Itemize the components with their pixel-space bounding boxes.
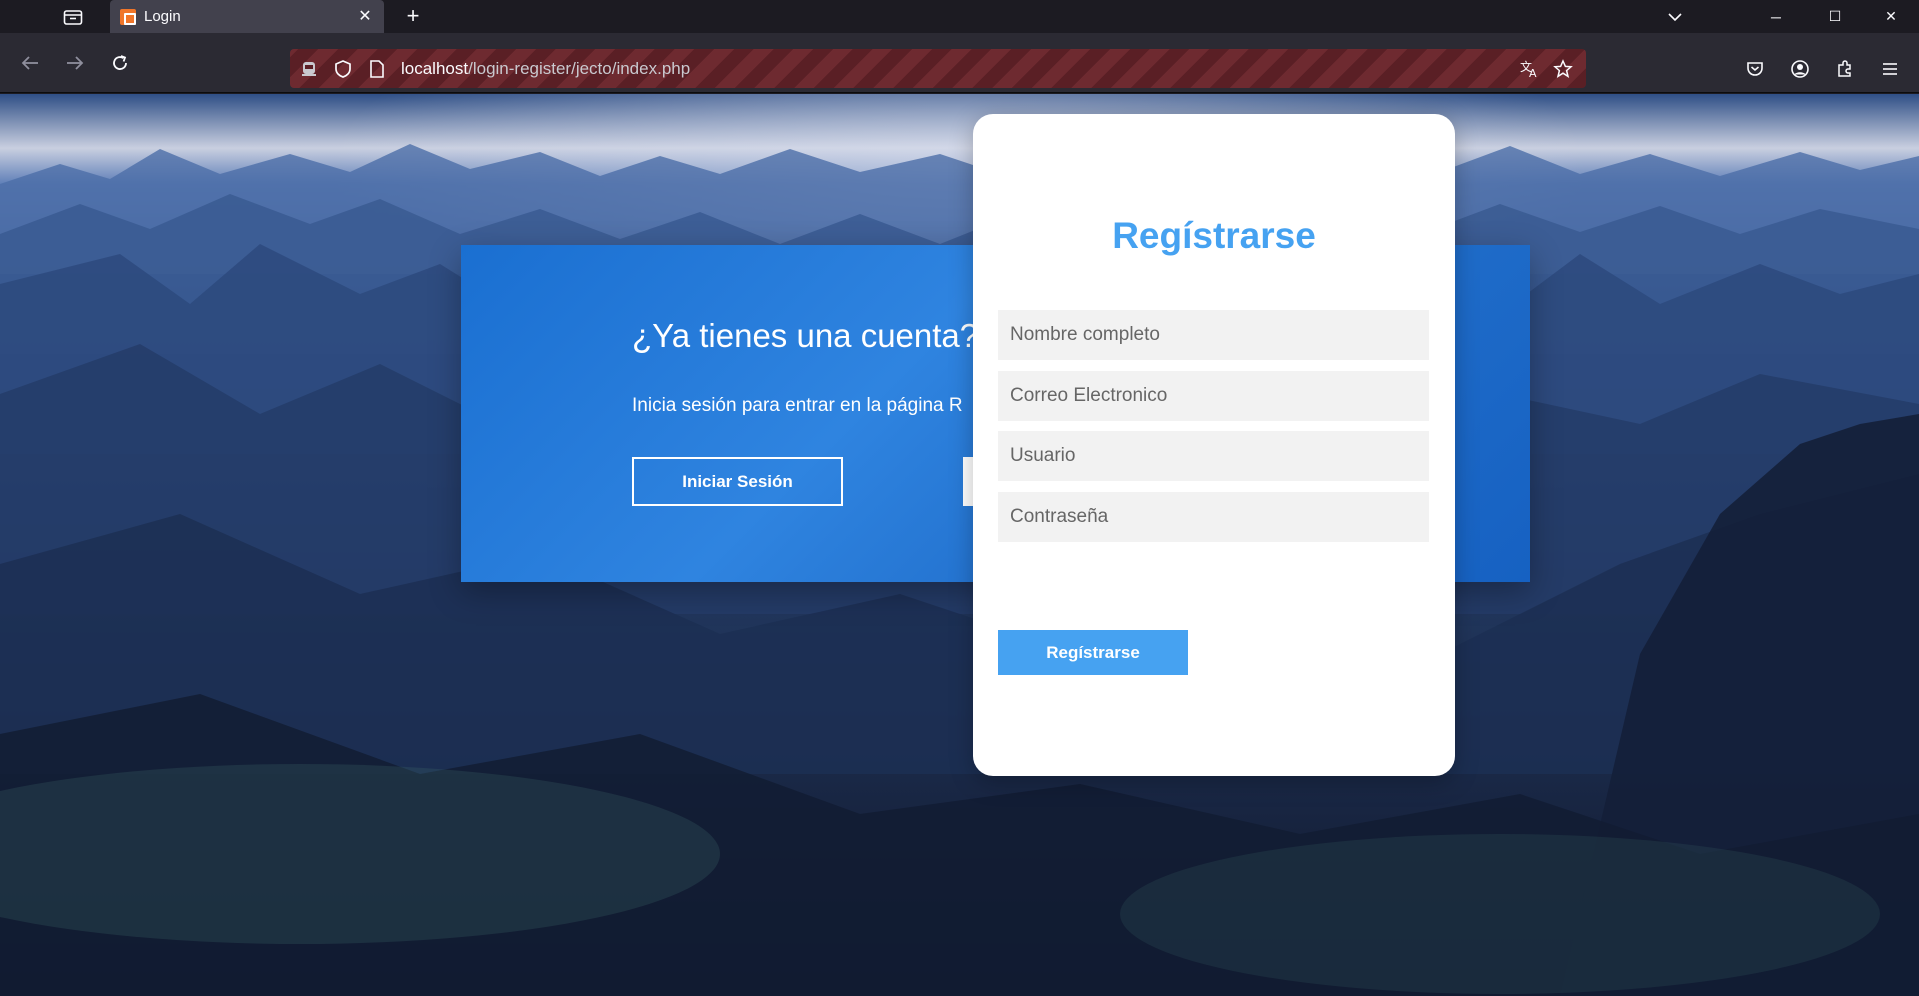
tracking-icon[interactable] [298, 58, 320, 80]
register-submit-button[interactable]: Regístrarse [998, 630, 1188, 675]
page-icon [366, 58, 388, 80]
translate-icon[interactable]: 文A [1519, 58, 1541, 80]
bookmark-star-icon[interactable] [1552, 58, 1574, 80]
page-background: ¿Ya tienes una cuenta?¿ Inicia sesión pa… [0, 94, 1919, 996]
tab-strip: Login ✕ + ─ ☐ ✕ [0, 0, 1919, 33]
pocket-icon[interactable] [1740, 54, 1770, 84]
shield-icon[interactable] [332, 58, 354, 80]
tab-title: Login [144, 8, 181, 25]
minimize-button[interactable]: ─ [1753, 0, 1799, 33]
register-card: Regístrarse Regístrarse [973, 114, 1455, 776]
password-input[interactable] [998, 492, 1429, 542]
new-tab-button[interactable]: + [400, 3, 426, 29]
login-panel-title: ¿Ya tienes una cuenta?¿ [632, 317, 999, 354]
login-panel-text: Inicia sesión para entrar en la página R [632, 395, 963, 416]
reload-icon[interactable] [105, 48, 135, 78]
back-icon[interactable] [15, 48, 45, 78]
close-window-button[interactable]: ✕ [1868, 0, 1914, 33]
menu-icon[interactable] [1875, 54, 1905, 84]
maximize-button[interactable]: ☐ [1812, 0, 1858, 33]
url-text[interactable]: localhost/login-register/jecto/index.php [401, 59, 690, 79]
extensions-icon[interactable] [1830, 54, 1860, 84]
account-icon[interactable] [1785, 54, 1815, 84]
browser-tab[interactable]: Login ✕ [110, 0, 384, 33]
fullname-input[interactable] [998, 310, 1429, 360]
login-button[interactable]: Iniciar Sesión [632, 457, 843, 506]
svg-text:A: A [1529, 67, 1537, 79]
xampp-favicon-icon [120, 8, 136, 25]
forward-icon[interactable] [60, 48, 90, 78]
username-input[interactable] [998, 431, 1429, 481]
email-input[interactable] [998, 371, 1429, 421]
tab-list-chevron-icon[interactable] [1652, 0, 1698, 33]
tab-close-icon[interactable]: ✕ [356, 7, 374, 25]
register-title: Regístrarse [1112, 215, 1316, 256]
url-host: localhost [401, 59, 469, 78]
url-path: /login-register/jecto/index.php [468, 59, 691, 78]
url-bar[interactable]: localhost/login-register/jecto/index.php… [290, 49, 1586, 88]
tab-list-icon[interactable] [60, 4, 86, 30]
